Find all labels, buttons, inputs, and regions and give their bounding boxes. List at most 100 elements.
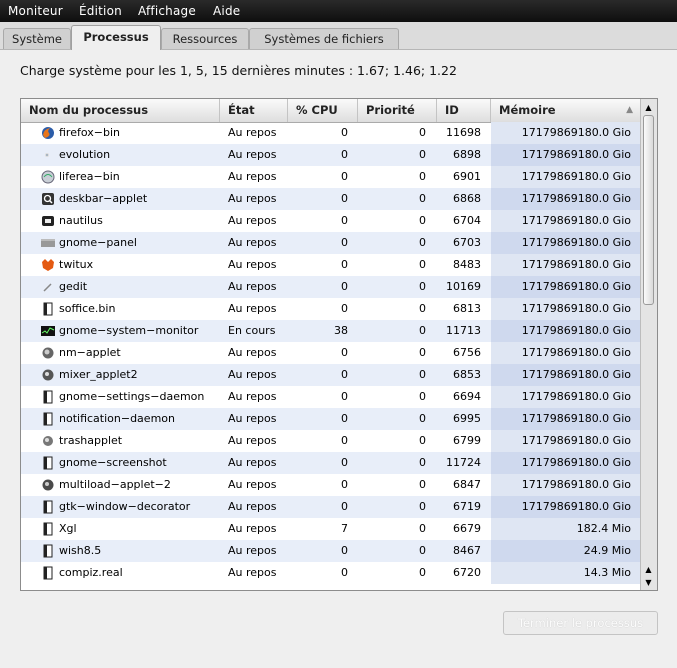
process-priority: 0: [419, 478, 426, 491]
sort-up-icon: ▲: [626, 105, 633, 115]
vertical-scrollbar[interactable]: ▲ ▲ ▼: [640, 99, 657, 590]
process-id: 6901: [453, 170, 481, 183]
tab-ressources[interactable]: Ressources: [161, 28, 249, 49]
table-row[interactable]: gnome−panel Au repos 0 0 6703 17179869180.0 G…: [21, 232, 641, 254]
table-row[interactable]: soffice.bin Au repos 0 0 6813 17179869180.0 G…: [21, 298, 641, 320]
process-table: Nom du processus État % CPU Priorité ID …: [20, 98, 658, 591]
process-id: 6853: [453, 368, 481, 381]
menu-edition[interactable]: Édition: [79, 4, 122, 18]
menu-affichage[interactable]: Affichage: [138, 4, 196, 18]
scroll-down-icon[interactable]: ▼: [642, 576, 655, 589]
process-memory: 17179869180.0 Gio: [491, 254, 641, 276]
twitux-icon: [41, 258, 55, 272]
deskbar-icon: [41, 192, 55, 206]
scroll-up-icon[interactable]: ▲: [642, 563, 655, 576]
process-cpu: 0: [341, 368, 348, 381]
end-process-button[interactable]: Terminer le processus: [503, 611, 658, 635]
process-cpu: 0: [341, 214, 348, 227]
process-priority: 0: [419, 148, 426, 161]
process-cpu: 0: [341, 500, 348, 513]
process-state: Au repos: [228, 522, 277, 535]
table-row[interactable]: compiz.real Au repos 0 0 6720 14.3 Mio: [21, 562, 641, 584]
col-header-name[interactable]: Nom du processus: [21, 99, 220, 122]
table-row[interactable]: mixer_applet2 Au repos 0 0 6853 17179869180.0…: [21, 364, 641, 386]
process-state: Au repos: [228, 236, 277, 249]
tab-systemes-de-fichiers[interactable]: Systèmes de fichiers: [249, 28, 399, 49]
process-cpu: 0: [341, 170, 348, 183]
table-row[interactable]: evolution Au repos 0 0 6898 17179869180.0 Gio: [21, 144, 641, 166]
col-header-cpu[interactable]: % CPU: [288, 99, 358, 122]
process-memory: 14.3 Mio: [491, 562, 641, 584]
generic-process-icon: [41, 522, 55, 536]
process-id: 6756: [453, 346, 481, 359]
process-name: mixer_applet2: [59, 368, 138, 381]
process-cpu: 7: [341, 522, 348, 535]
table-row[interactable]: twitux Au repos 0 0 8483 17179869180.0 Gio: [21, 254, 641, 276]
process-memory: 17179869180.0 Gio: [491, 210, 641, 232]
process-state: Au repos: [228, 434, 277, 447]
process-priority: 0: [419, 522, 426, 535]
process-priority: 0: [419, 170, 426, 183]
process-name: firefox−bin: [59, 126, 120, 139]
col-header-priority[interactable]: Priorité: [358, 99, 437, 122]
table-row[interactable]: gnome−system−monitor En cours 38 0 11713 1717…: [21, 320, 641, 342]
table-row[interactable]: notification−daemon Au repos 0 0 6995 1717986…: [21, 408, 641, 430]
table-row[interactable]: deskbar−applet Au repos 0 0 6868 17179869180.…: [21, 188, 641, 210]
menubar: Moniteur Édition Affichage Aide: [0, 0, 677, 22]
table-row[interactable]: gnome−screenshot Au repos 0 0 11724 171798691…: [21, 452, 641, 474]
table-row[interactable]: gtk−window−decorator Au repos 0 0 6719 171798…: [21, 496, 641, 518]
scroll-up-icon[interactable]: ▲: [642, 101, 655, 114]
process-cpu: 0: [341, 566, 348, 579]
process-cpu: 0: [341, 412, 348, 425]
process-id: 6679: [453, 522, 481, 535]
table-row[interactable]: trashapplet Au repos 0 0 6799 17179869180.0 G…: [21, 430, 641, 452]
col-header-id[interactable]: ID: [437, 99, 491, 122]
table-row[interactable]: multiload−applet−2 Au repos 0 0 6847 17179869…: [21, 474, 641, 496]
generic-process-icon: [41, 390, 55, 404]
process-cpu: 0: [341, 456, 348, 469]
menu-aide[interactable]: Aide: [213, 4, 240, 18]
menu-moniteur[interactable]: Moniteur: [8, 4, 63, 18]
process-cpu: 0: [341, 346, 348, 359]
col-header-state[interactable]: État: [220, 99, 288, 122]
process-memory: 17179869180.0 Gio: [491, 122, 641, 144]
process-priority: 0: [419, 280, 426, 293]
tab-processus[interactable]: Processus: [71, 25, 161, 50]
process-memory: 17179869180.0 Gio: [491, 144, 641, 166]
process-priority: 0: [419, 368, 426, 381]
process-name: notification−daemon: [59, 412, 175, 425]
process-cpu: 0: [341, 236, 348, 249]
process-memory: 17179869180.0 Gio: [491, 474, 641, 496]
table-row[interactable]: nautilus Au repos 0 0 6704 17179869180.0 Gio: [21, 210, 641, 232]
process-priority: 0: [419, 236, 426, 249]
col-header-memory-label: Mémoire: [499, 103, 556, 117]
generic-process-icon: [41, 412, 55, 426]
process-state: Au repos: [228, 148, 277, 161]
process-memory: 182.4 Mio: [491, 518, 641, 540]
scrollbar-thumb[interactable]: [643, 115, 654, 305]
liferea-icon: [41, 170, 55, 184]
process-name: trashapplet: [59, 434, 123, 447]
table-row[interactable]: gedit Au repos 0 0 10169 17179869180.0 Gio: [21, 276, 641, 298]
tab-systeme[interactable]: Système: [3, 28, 71, 49]
process-memory: 17179869180.0 Gio: [491, 430, 641, 452]
table-row[interactable]: wish8.5 Au repos 0 0 8467 24.9 Mio: [21, 540, 641, 562]
table-row[interactable]: firefox−bin Au repos 0 0 11698 17179869180.0 …: [21, 122, 641, 144]
process-id: 6995: [453, 412, 481, 425]
process-priority: 0: [419, 412, 426, 425]
process-id: 6694: [453, 390, 481, 403]
process-state: Au repos: [228, 192, 277, 205]
process-id: 6868: [453, 192, 481, 205]
table-row[interactable]: gnome−settings−daemon Au repos 0 0 6694 17179…: [21, 386, 641, 408]
process-priority: 0: [419, 456, 426, 469]
process-name: multiload−applet−2: [59, 478, 171, 491]
table-row[interactable]: Xgl Au repos 7 0 6679 182.4 Mio: [21, 518, 641, 540]
process-id: 6703: [453, 236, 481, 249]
process-priority: 0: [419, 258, 426, 271]
table-row[interactable]: nm−applet Au repos 0 0 6756 17179869180.0 Gio: [21, 342, 641, 364]
table-row[interactable]: liferea−bin Au repos 0 0 6901 17179869180.0 G…: [21, 166, 641, 188]
generic-process-icon: [41, 500, 55, 514]
process-id: 6719: [453, 500, 481, 513]
process-name: gnome−screenshot: [59, 456, 167, 469]
col-header-memory[interactable]: Mémoire ▲: [491, 99, 641, 122]
